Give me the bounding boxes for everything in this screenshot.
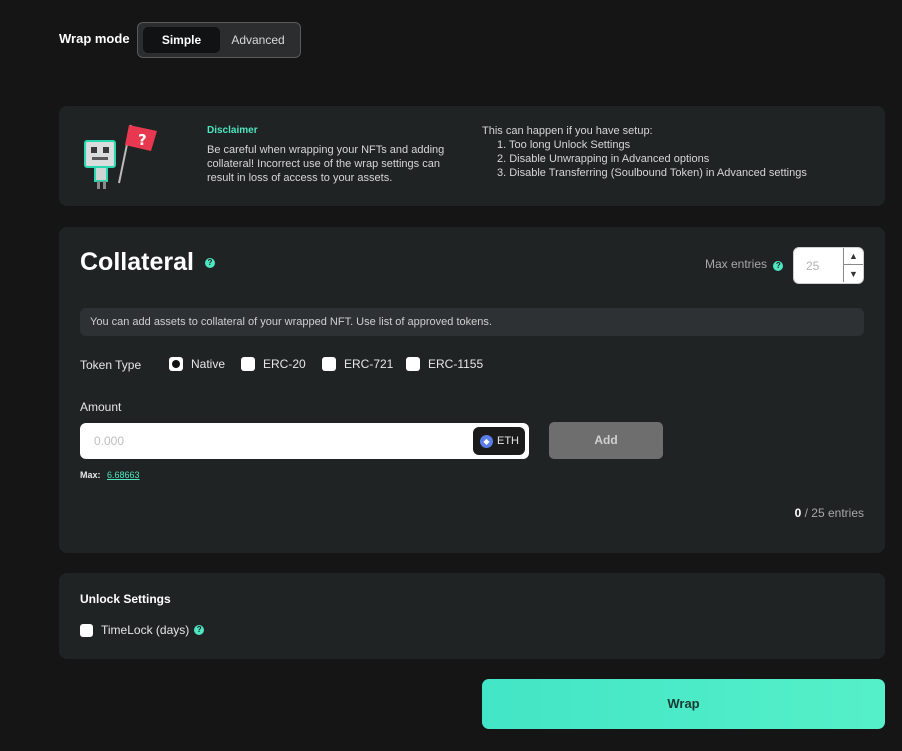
collateral-info-bar: You can add assets to collateral of your… <box>80 308 864 336</box>
disclaimer-text: Be careful when wrapping your NFTs and a… <box>207 144 445 184</box>
token-type-label-native: Native <box>191 357 226 371</box>
collateral-title-text: Collateral <box>80 248 194 276</box>
disclaimer-item: 2. Disable Unwrapping in Advanced option… <box>497 153 710 165</box>
token-type-erc20[interactable]: ERC-20 <box>241 356 306 372</box>
checkbox-icon[interactable] <box>406 357 420 371</box>
disclaimer-intro: This can happen if you have setup: <box>482 125 653 137</box>
collateral-info-text: You can add assets to collateral of your… <box>90 316 492 328</box>
currency-label: ETH <box>497 435 519 447</box>
disclaimer-item: 3. Disable Transferring (Soulbound Token… <box>497 167 807 179</box>
currency-selector[interactable]: ◆ ETH <box>473 427 525 455</box>
stepper-down-icon[interactable]: ▼ <box>843 265 863 282</box>
checkbox-icon[interactable] <box>80 623 93 637</box>
token-type-erc721[interactable]: ERC-721 <box>322 356 393 372</box>
disclaimer-list: 1. Too long Unlock Settings 2. Disable U… <box>497 138 807 180</box>
checkbox-icon[interactable] <box>241 357 255 371</box>
unlock-settings-title: Unlock Settings <box>80 592 171 606</box>
add-button[interactable]: Add <box>549 422 663 459</box>
help-icon[interactable]: ? <box>194 625 205 635</box>
max-entries-value: 25 <box>806 259 820 273</box>
max-entries-label: Max entries ? <box>705 257 784 271</box>
mode-simple-button[interactable]: Simple <box>143 27 220 53</box>
disclaimer-conditions: This can happen if you have setup: 1. To… <box>482 124 807 180</box>
token-type-label-erc20: ERC-20 <box>263 357 306 371</box>
wrap-mode-toggle: Simple Advanced <box>137 22 301 58</box>
wrap-mode-label: Wrap mode <box>59 31 130 46</box>
max-entries-text: Max entries <box>705 257 768 271</box>
checkbox-icon[interactable] <box>322 357 336 371</box>
svg-text:?: ? <box>138 131 147 149</box>
entries-total: / 25 entries <box>804 506 864 520</box>
max-label: Max: <box>80 470 101 480</box>
help-icon[interactable]: ? <box>204 258 215 269</box>
radio-selected-icon[interactable] <box>169 357 183 371</box>
max-balance: Max: 6.68663 <box>80 470 140 480</box>
amount-placeholder: 0.000 <box>94 434 125 448</box>
disclaimer-item: 1. Too long Unlock Settings <box>497 139 631 151</box>
timelock-label: TimeLock (days) <box>101 623 190 637</box>
question-flag-icon: ? <box>84 124 157 189</box>
max-value-link[interactable]: 6.68663 <box>107 470 140 480</box>
entries-count: 0 / 25 entries <box>795 506 864 520</box>
eth-icon: ◆ <box>480 434 493 448</box>
token-type-native[interactable]: Native <box>169 356 225 372</box>
amount-label: Amount <box>80 400 122 414</box>
collateral-card: Collateral ? Max entries ? 25 ▲ ▼ You ca… <box>59 227 885 553</box>
unlock-settings-card: Unlock Settings TimeLock (days) ? <box>59 573 885 659</box>
max-entries-input[interactable]: 25 ▲ ▼ <box>793 247 864 284</box>
help-icon[interactable]: ? <box>773 261 784 271</box>
token-type-label-erc1155: ERC-1155 <box>428 357 484 371</box>
entries-current: 0 <box>794 506 802 520</box>
amount-input[interactable]: 0.000 ◆ ETH <box>80 423 529 459</box>
disclaimer-panel: ? Disclaimer Be careful when wrapping yo… <box>59 106 885 206</box>
wrap-button[interactable]: Wrap <box>482 679 885 729</box>
disclaimer-title: Disclaimer <box>207 125 258 136</box>
token-type-erc1155[interactable]: ERC-1155 <box>406 356 483 372</box>
token-type-label: Token Type <box>80 358 142 372</box>
collateral-title: Collateral ? <box>80 248 215 277</box>
timelock-checkbox[interactable]: TimeLock (days) ? <box>80 623 205 637</box>
mode-advanced-button[interactable]: Advanced <box>222 27 294 53</box>
token-type-label-erc721: ERC-721 <box>344 357 394 371</box>
stepper-up-icon[interactable]: ▲ <box>843 248 863 265</box>
